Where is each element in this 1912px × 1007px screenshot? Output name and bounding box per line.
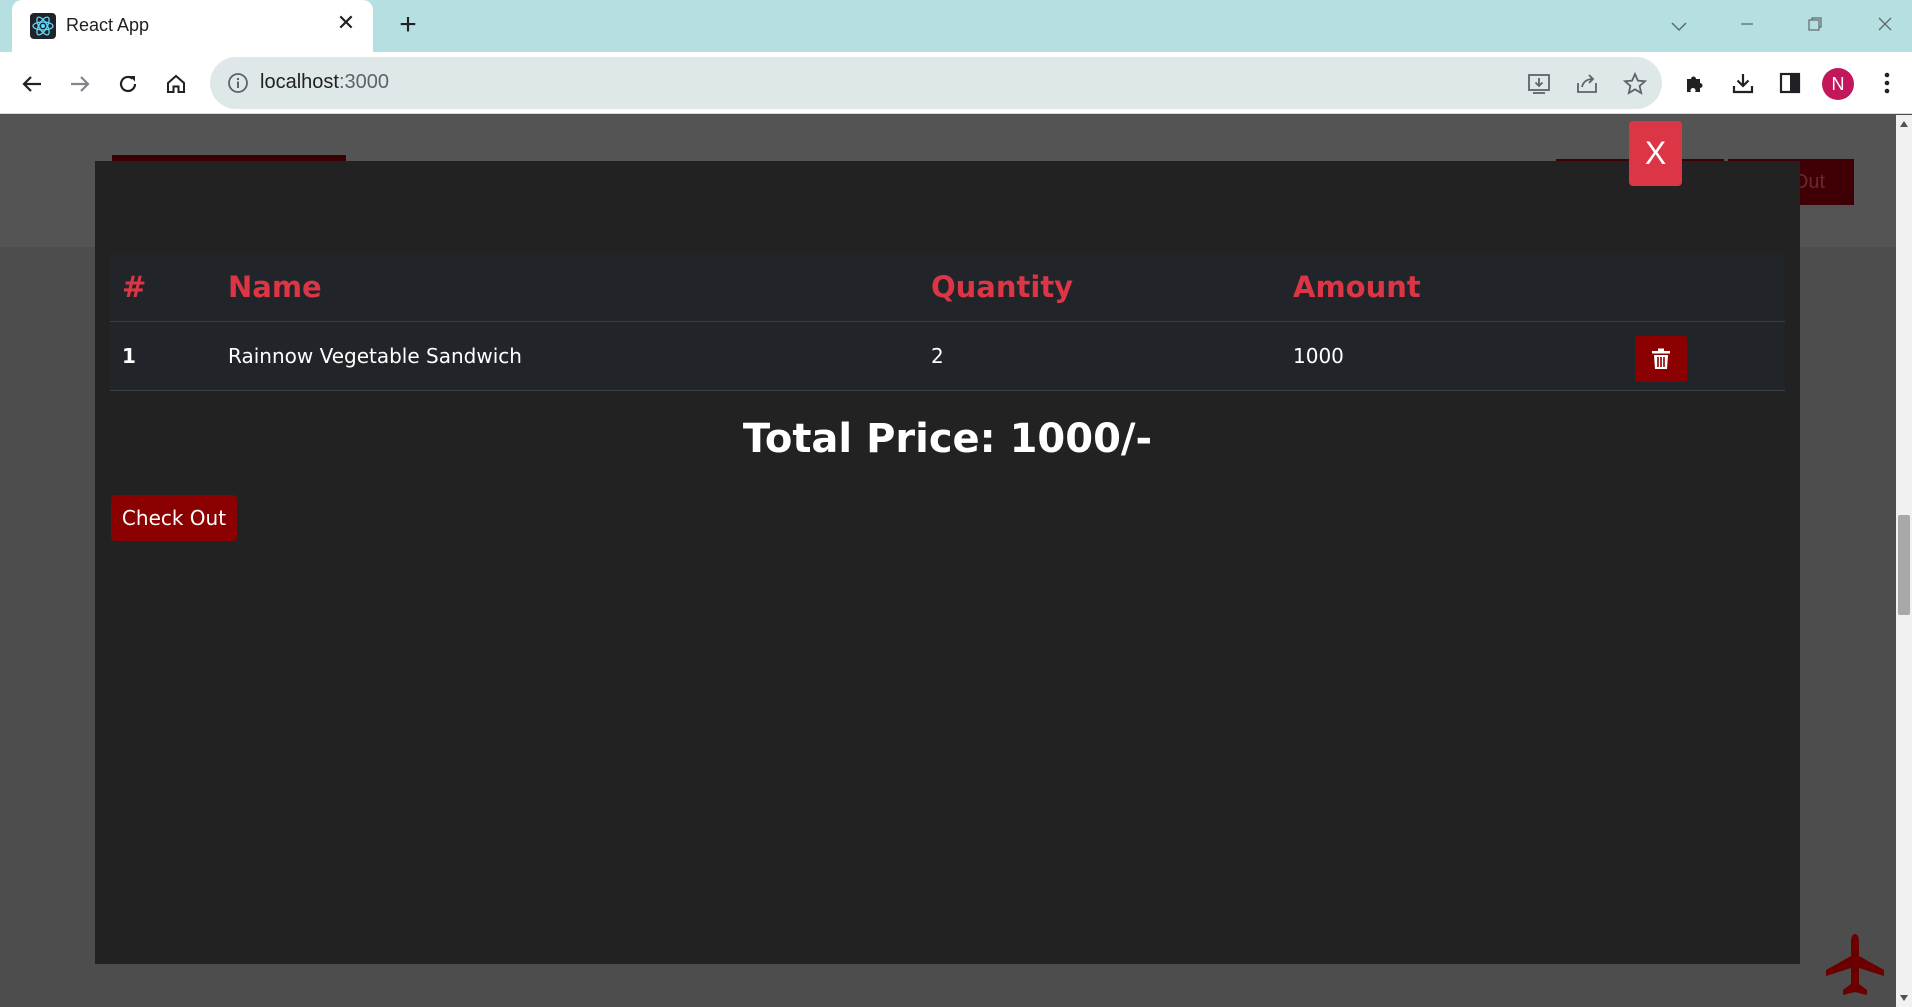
scroll-up-icon[interactable] <box>1900 121 1908 127</box>
tab-close-icon[interactable]: ✕ <box>334 12 358 36</box>
back-arrow-icon[interactable] <box>14 66 50 102</box>
extensions-icon[interactable] <box>1680 68 1710 98</box>
profile-avatar[interactable]: N <box>1822 68 1854 100</box>
scroll-down-icon[interactable] <box>1900 995 1908 1001</box>
browser-toolbar: localhost:3000 N <box>0 52 1912 114</box>
new-tab-button[interactable]: + <box>392 10 424 42</box>
column-header-quantity: Quantity <box>919 253 1281 322</box>
scroll-thumb[interactable] <box>1898 515 1910 615</box>
delete-item-button[interactable] <box>1635 335 1687 382</box>
row-index: 1 <box>110 321 216 391</box>
cart-table: # Name Quantity Amount 1 Rainnow Vegetab… <box>110 253 1785 391</box>
row-name: Rainnow Vegetable Sandwich <box>216 321 919 391</box>
column-header-actions <box>1623 253 1785 322</box>
table-header-row: # Name Quantity Amount <box>110 253 1785 322</box>
column-header-name: Name <box>216 253 919 322</box>
column-header-index: # <box>110 253 216 322</box>
plane-icon[interactable] <box>1820 930 1890 1000</box>
tab-search-icon[interactable] <box>1664 10 1694 40</box>
star-icon[interactable] <box>1622 71 1648 97</box>
address-bar[interactable]: localhost:3000 <box>210 57 1662 109</box>
forward-arrow-icon[interactable] <box>62 66 98 102</box>
trash-icon <box>1652 348 1670 369</box>
url-text[interactable]: localhost:3000 <box>260 71 389 94</box>
restore-icon[interactable] <box>1800 10 1830 40</box>
react-favicon <box>30 13 56 39</box>
share-icon[interactable] <box>1574 71 1600 97</box>
row-amount: 1000 <box>1281 321 1623 391</box>
table-row: 1 Rainnow Vegetable Sandwich 2 1000 <box>110 321 1785 391</box>
cart-modal: # Name Quantity Amount 1 Rainnow Vegetab… <box>95 161 1800 964</box>
tab-title: React App <box>66 15 150 35</box>
download-icon[interactable] <box>1728 68 1758 98</box>
row-quantity: 2 <box>919 321 1281 391</box>
row-actions <box>1623 321 1785 391</box>
minimize-icon[interactable] <box>1732 10 1762 40</box>
url-port: :3000 <box>338 71 389 93</box>
scrollbar[interactable] <box>1896 115 1912 1007</box>
reload-icon[interactable] <box>110 66 146 102</box>
url-host: localhost <box>260 71 339 93</box>
sidepanel-icon[interactable] <box>1775 68 1805 98</box>
info-icon[interactable] <box>226 71 250 95</box>
install-icon[interactable] <box>1526 71 1552 97</box>
menu-icon[interactable] <box>1872 68 1902 98</box>
close-modal-button[interactable]: X <box>1629 121 1682 186</box>
total-price: Total Price: 1000/- <box>742 416 1153 462</box>
column-header-amount: Amount <box>1281 253 1623 322</box>
window-close-icon[interactable] <box>1870 10 1900 40</box>
browser-tab[interactable]: React App ✕ <box>12 0 373 52</box>
checkout-button[interactable]: Check Out <box>111 495 237 541</box>
browser-tab-bar: React App ✕ + <box>0 0 1912 52</box>
home-icon[interactable] <box>158 66 194 102</box>
